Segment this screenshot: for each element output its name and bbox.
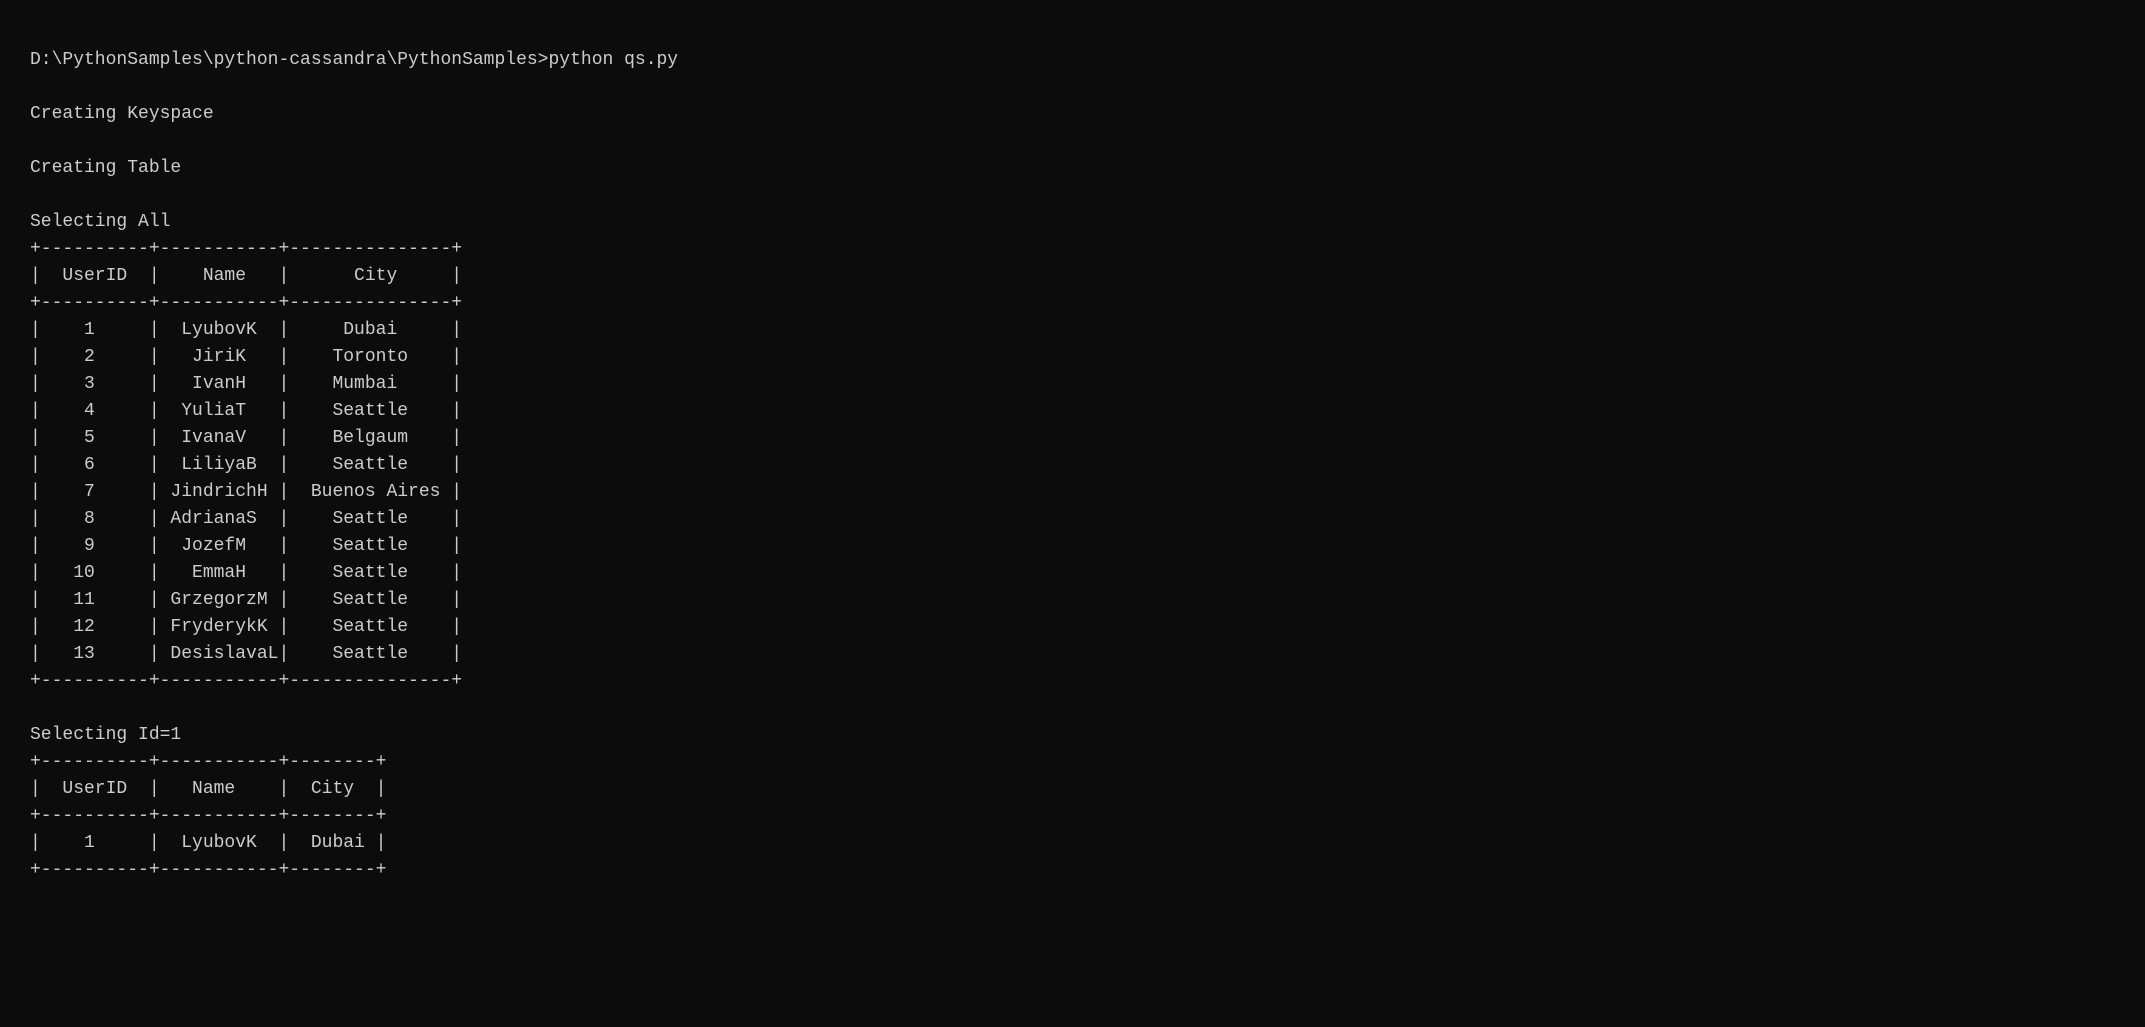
selecting-all-label: Selecting All <box>30 212 170 232</box>
table-row-8: | 8 | AdrianaS | Seattle | <box>30 509 462 529</box>
table-row-6: | 6 | LiliyaB | Seattle | <box>30 455 462 475</box>
selecting-id1-label: Selecting Id=1 <box>30 725 181 745</box>
terminal-output: D:\PythonSamples\python-cassandra\Python… <box>30 20 2115 884</box>
table-row-13: | 13 | DesislavaL| Seattle | <box>30 644 462 664</box>
table-all-border-top: +----------+-----------+---------------+ <box>30 239 462 259</box>
table-row-3: | 3 | IvanH | Mumbai | <box>30 374 462 394</box>
creating-table: Creating Table <box>30 158 181 178</box>
table-row-4: | 4 | YuliaT | Seattle | <box>30 401 462 421</box>
table-row-5: | 5 | IvanaV | Belgaum | <box>30 428 462 448</box>
table-all-border-mid: +----------+-----------+---------------+ <box>30 293 462 313</box>
table-row-7: | 7 | JindrichH | Buenos Aires | <box>30 482 462 502</box>
table-row-1: | 1 | LyubovK | Dubai | <box>30 320 462 340</box>
table-id1-border-bot: +----------+-----------+--------+ <box>30 860 386 880</box>
table-all-header: | UserID | Name | City | <box>30 266 462 286</box>
table-row-12: | 12 | FryderykK | Seattle | <box>30 617 462 637</box>
table-row-10: | 10 | EmmaH | Seattle | <box>30 563 462 583</box>
table-id1-header: | UserID | Name | City | <box>30 779 386 799</box>
table-id1-row: | 1 | LyubovK | Dubai | <box>30 833 386 853</box>
table-row-11: | 11 | GrzegorzM | Seattle | <box>30 590 462 610</box>
table-all-border-bot: +----------+-----------+---------------+ <box>30 671 462 691</box>
command-line: D:\PythonSamples\python-cassandra\Python… <box>30 50 678 70</box>
table-id1-border-top: +----------+-----------+--------+ <box>30 752 386 772</box>
table-row-2: | 2 | JiriK | Toronto | <box>30 347 462 367</box>
table-row-9: | 9 | JozefM | Seattle | <box>30 536 462 556</box>
table-id1-border-mid: +----------+-----------+--------+ <box>30 806 386 826</box>
creating-keyspace: Creating Keyspace <box>30 104 214 124</box>
